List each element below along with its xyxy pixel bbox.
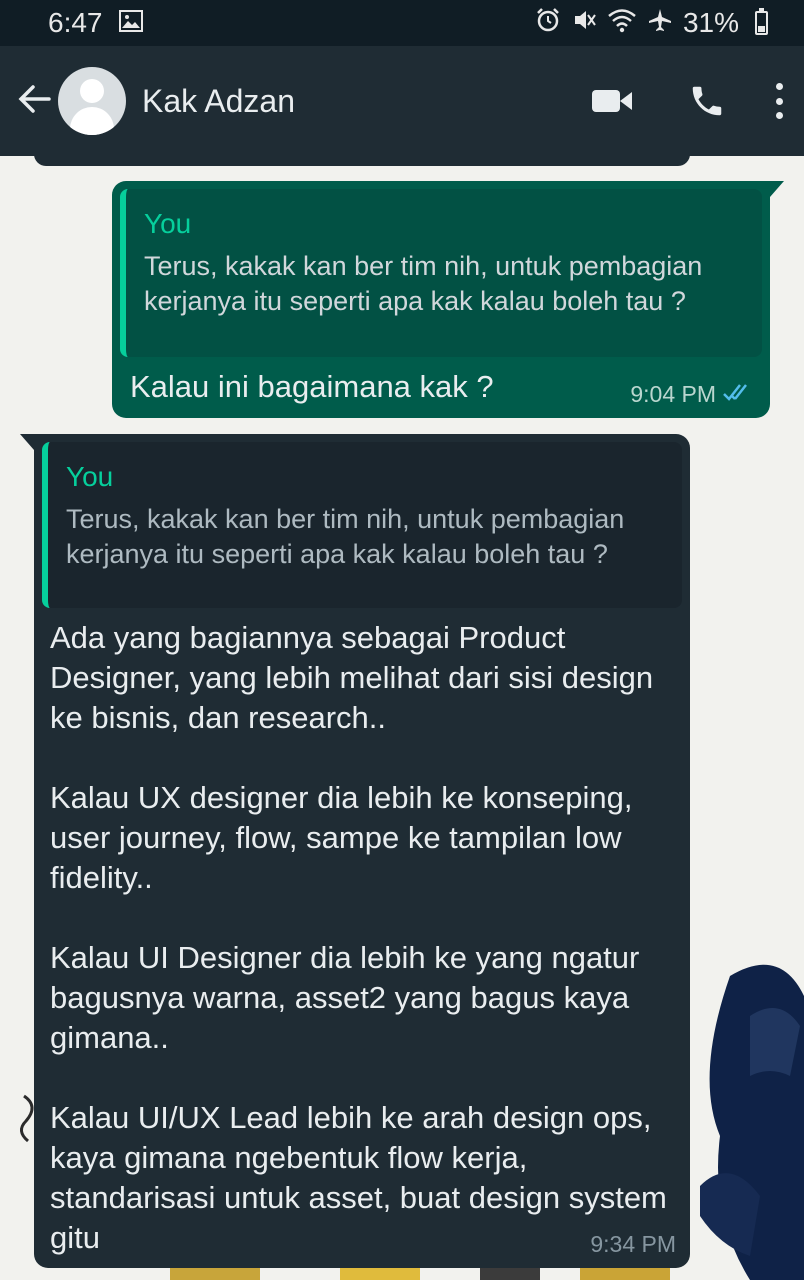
chat-header: Kak Adzan	[0, 46, 804, 156]
battery-icon	[755, 8, 768, 35]
quote-author: You	[144, 208, 192, 239]
video-camera-lens	[620, 92, 632, 110]
incoming-message[interactable]: You Terus, kakak kan ber tim nih, untuk …	[34, 434, 690, 1268]
status-bar: 6:47 31%	[0, 0, 804, 46]
arrow-left-icon	[18, 84, 51, 113]
gallery-icon	[118, 7, 143, 39]
avatar-body-shape	[70, 107, 114, 135]
contact-name[interactable]: Kak Adzan	[142, 83, 295, 120]
quote-text: Terus, kakak kan ber tim nih, untuk pemb…	[144, 251, 703, 316]
quote-author: You	[66, 461, 114, 492]
airplane-icon	[647, 7, 673, 40]
wifi-icon	[607, 7, 637, 40]
avatar[interactable]	[58, 67, 126, 135]
message-time: 9:34 PM	[590, 1231, 676, 1257]
back-button[interactable]	[14, 79, 54, 124]
quoted-message[interactable]: You Terus, kakak kan ber tim nih, untuk …	[42, 442, 682, 608]
message-text: Ada yang bagiannya sebagai Product Desig…	[50, 620, 667, 1255]
header-actions	[592, 82, 784, 120]
quote-text: Terus, kakak kan ber tim nih, untuk pemb…	[66, 504, 625, 569]
chat-area[interactable]: You Terus, kakak kan ber tim nih, untuk …	[0, 156, 804, 1280]
more-vert-icon[interactable]	[774, 83, 784, 119]
status-time: 6:47	[48, 7, 103, 38]
outgoing-message[interactable]: You Terus, kakak kan ber tim nih, untuk …	[112, 181, 770, 418]
status-icons: 31%	[535, 7, 768, 40]
message-text: Kalau ini bagaimana kak ?	[130, 369, 494, 404]
incoming-bubble-tail	[20, 434, 34, 450]
video-camera-body	[592, 90, 620, 112]
quoted-message[interactable]: You Terus, kakak kan ber tim nih, untuk …	[120, 189, 762, 357]
outgoing-bubble-tail	[770, 181, 784, 197]
avatar-head-shape	[80, 79, 104, 103]
wallpaper-character-art	[700, 964, 804, 1280]
message-time: 9:04 PM	[630, 381, 716, 407]
mute-icon	[571, 7, 597, 40]
video-call-icon[interactable]	[592, 86, 632, 116]
alarm-icon	[535, 7, 561, 40]
phone-icon[interactable]	[688, 82, 726, 120]
read-ticks-icon	[723, 384, 747, 401]
previous-message-bubble	[34, 156, 690, 166]
battery-level: 31%	[682, 7, 739, 38]
